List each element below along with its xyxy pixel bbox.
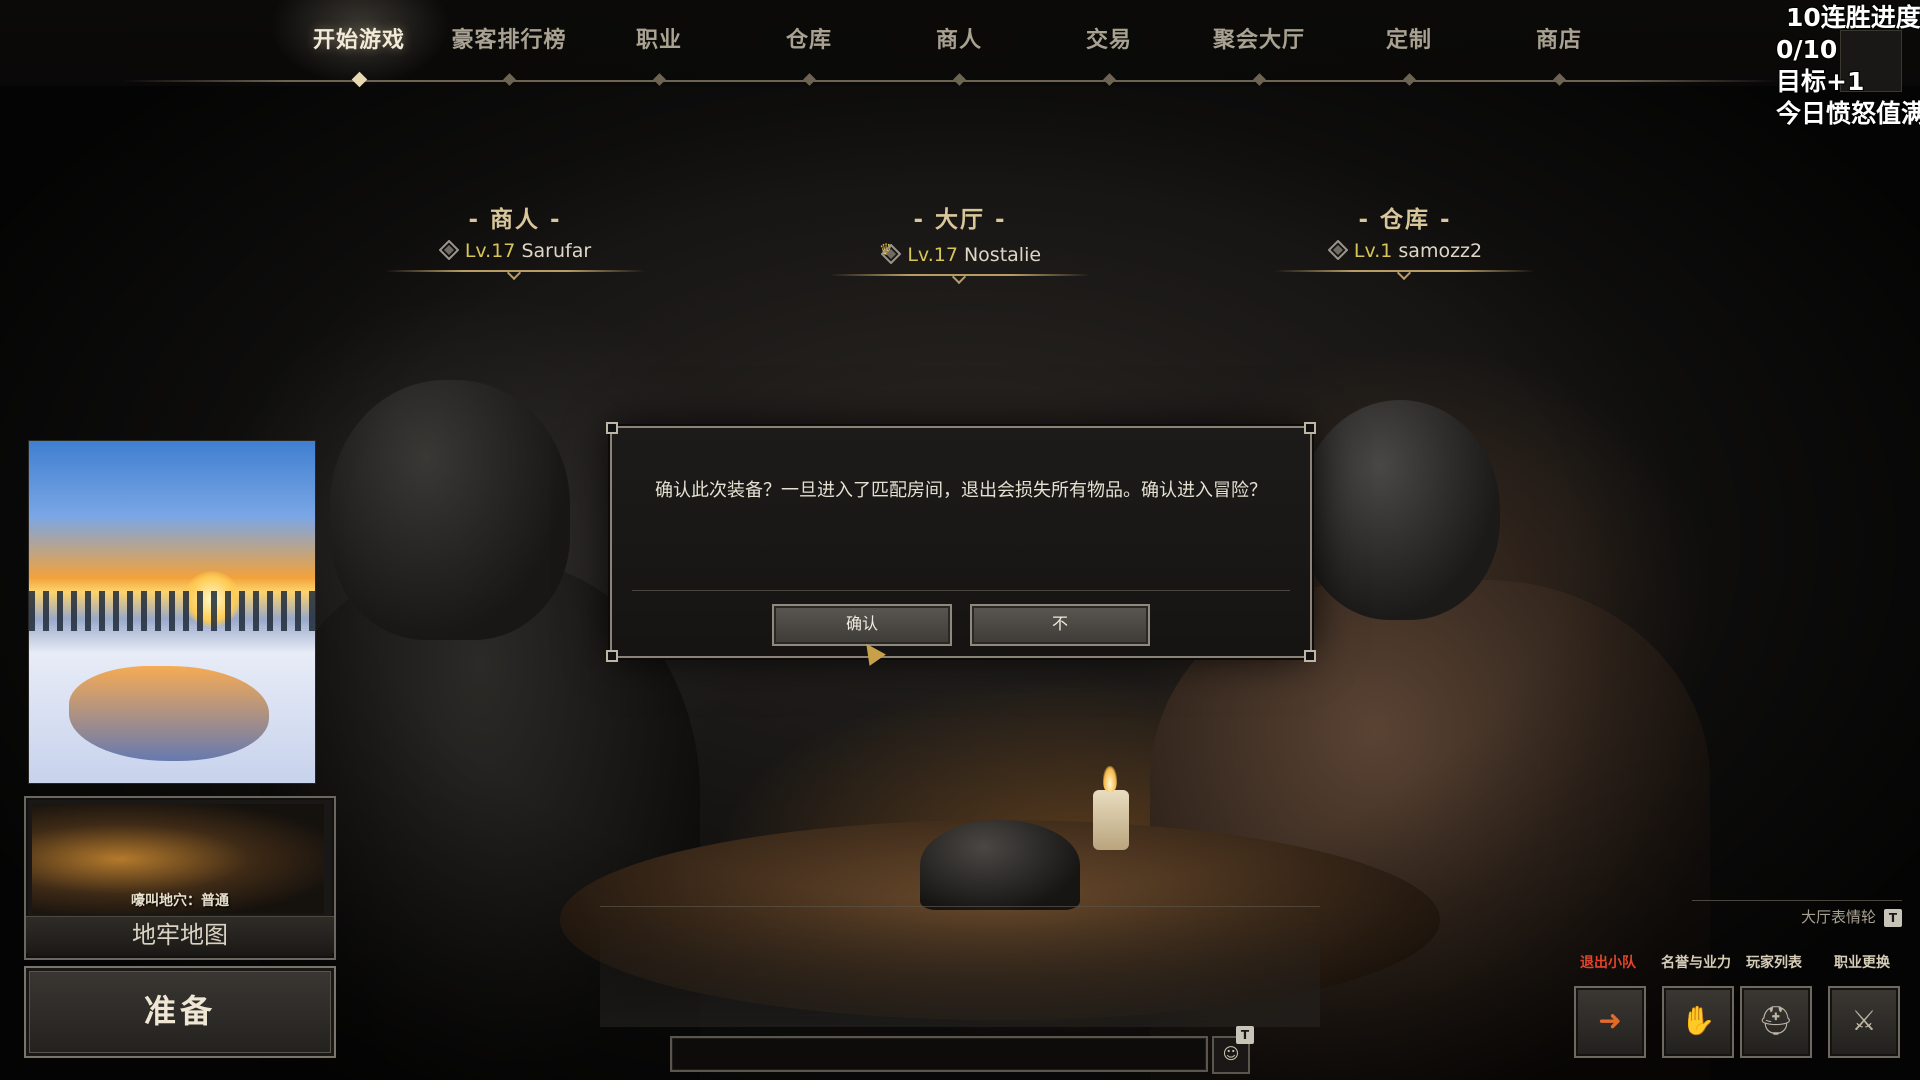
streak-title: 10连胜进度 xyxy=(1786,3,1920,32)
dungeon-map-selector[interactable]: 嚎叫地穴：普通 地牢地图 xyxy=(24,796,336,960)
member-name: Sarufar xyxy=(521,240,592,262)
dialog-corner xyxy=(606,650,618,662)
reputation-label: 名誉与业力 xyxy=(1661,955,1731,971)
rank-icon xyxy=(438,240,459,260)
tab-marker xyxy=(1553,73,1566,86)
reputation-button[interactable]: ✋ xyxy=(1662,986,1734,1058)
streak-progress: 0/10 xyxy=(1776,35,1838,64)
ready-button[interactable]: 准备 xyxy=(24,966,336,1058)
dialog-message: 确认此次装备？一旦进入了匹配房间，退出会损失所有物品。确认进入冒险？ xyxy=(655,480,1267,501)
tab-marker xyxy=(1253,73,1266,86)
helmet-on-table xyxy=(920,820,1080,910)
tab-customize[interactable]: 定制 xyxy=(1334,22,1484,54)
chat-input[interactable] xyxy=(670,1036,1208,1072)
exit-party-label: 退出小队 xyxy=(1580,955,1636,971)
member-name: samozz2 xyxy=(1398,240,1483,262)
tab-leaderboard[interactable]: 豪客排行榜 xyxy=(434,22,584,54)
tab-trade[interactable]: 交易 xyxy=(1034,22,1184,54)
dungeon-map-label: 地牢地图 xyxy=(26,916,334,953)
treeline-graphic xyxy=(29,591,315,631)
change-class-button[interactable]: ⚔ xyxy=(1828,986,1900,1058)
tab-shop[interactable]: 商店 xyxy=(1484,22,1634,54)
member-info: Lv.1 samozz2 xyxy=(1260,240,1550,262)
exit-icon: ➜ xyxy=(1598,1004,1622,1037)
thumbs-icon: ✋ xyxy=(1680,1004,1716,1037)
member-level: Lv.17 xyxy=(907,244,958,266)
tab-marker xyxy=(1103,73,1116,86)
candle-flame xyxy=(1103,766,1117,792)
tab-marker xyxy=(953,73,966,86)
emote-wheel-hint[interactable]: 大厅表情轮 T xyxy=(1692,900,1902,929)
change-class-label: 职业更换 xyxy=(1834,955,1890,971)
tab-start-game[interactable]: 开始游戏 xyxy=(284,22,434,54)
member-location: - 大厅 - xyxy=(913,207,1007,233)
member-underline xyxy=(830,269,1090,285)
emoji-key-badge: T xyxy=(1236,1026,1254,1044)
map-preview-image xyxy=(28,440,316,784)
member-location: - 商人 - xyxy=(468,207,562,233)
member-underline xyxy=(385,265,645,281)
party-member-merchant[interactable]: - 商人 - Lv.17 Sarufar xyxy=(370,200,660,281)
member-info: Lv.17 Sarufar xyxy=(370,240,660,262)
confirm-button[interactable]: 确认 xyxy=(772,604,952,646)
tab-gathering-hall[interactable]: 聚会大厅 xyxy=(1184,22,1334,54)
win-streak-panel: 10连胜进度 0/10 目标+1 今日愤怒值满 xyxy=(1776,2,1920,130)
helmet-icon: ⛑ xyxy=(1758,1004,1794,1037)
dungeon-difficulty: 嚎叫地穴：普通 xyxy=(131,893,229,909)
member-underline xyxy=(1275,265,1535,281)
party-member-stash[interactable]: - 仓库 - Lv.1 samozz2 xyxy=(1260,200,1550,281)
candle xyxy=(1093,790,1129,850)
member-level: Lv.17 xyxy=(464,240,516,262)
tab-marker xyxy=(503,73,516,86)
tab-marker xyxy=(1403,73,1416,86)
tab-marker xyxy=(803,73,816,86)
member-name: Nostalie xyxy=(963,244,1042,266)
tab-stash[interactable]: 仓库 xyxy=(734,22,884,54)
top-navigation: 开始游戏 豪客排行榜 职业 仓库 商人 交易 聚会大厅 定制 商店 xyxy=(0,0,1920,88)
cancel-button[interactable]: 不 xyxy=(970,604,1150,646)
rank-icon xyxy=(1327,240,1348,260)
streak-goal: 目标+1 xyxy=(1776,67,1865,96)
streak-note: 今日愤怒值满 xyxy=(1776,99,1920,128)
dialog-corner xyxy=(1304,650,1316,662)
knight-left-helmet xyxy=(330,380,570,640)
dialog-corner xyxy=(1304,422,1316,434)
tab-class[interactable]: 职业 xyxy=(584,22,734,54)
water-reflection-graphic xyxy=(69,666,269,761)
dialog-divider xyxy=(632,590,1290,591)
knight-right-helmet xyxy=(1300,400,1500,620)
dialog-corner xyxy=(606,422,618,434)
class-swap-icon: ⚔ xyxy=(1851,1004,1877,1037)
exit-party-button[interactable]: ➜ xyxy=(1574,986,1646,1058)
tab-merchant[interactable]: 商人 xyxy=(884,22,1034,54)
party-member-hall[interactable]: - 大厅 - ♛ Lv.17 Nostalie xyxy=(815,200,1105,285)
player-list-button[interactable]: ⛑ xyxy=(1740,986,1812,1058)
member-level: Lv.1 xyxy=(1353,240,1393,262)
smiley-icon: ☺ xyxy=(1222,1044,1240,1063)
tab-marker xyxy=(653,73,666,86)
nav-divider xyxy=(120,80,1780,82)
emote-key-badge: T xyxy=(1884,908,1902,927)
confirm-dialog: 确认此次装备？一旦进入了匹配房间，退出会损失所有物品。确认进入冒险？ 确认 不 xyxy=(606,422,1316,662)
player-list-label: 玩家列表 xyxy=(1746,955,1802,971)
member-location: - 仓库 - xyxy=(1358,207,1452,233)
emote-wheel-label: 大厅表情轮 xyxy=(1800,908,1876,926)
chat-frame xyxy=(600,906,1320,1027)
rank-icon xyxy=(881,244,902,264)
member-info: ♛ Lv.17 Nostalie xyxy=(815,240,1105,266)
